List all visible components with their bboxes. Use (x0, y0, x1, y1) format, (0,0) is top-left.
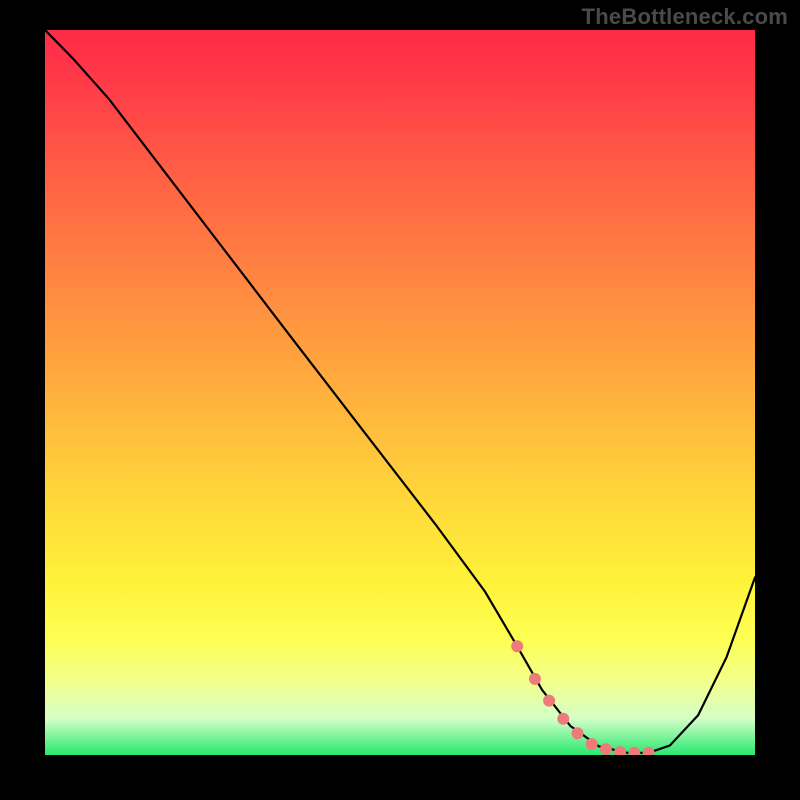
plot-area (45, 30, 755, 755)
marker-dot (572, 727, 584, 739)
marker-group (511, 640, 654, 755)
marker-dot (543, 695, 555, 707)
marker-dot (600, 743, 612, 755)
watermark-text: TheBottleneck.com (582, 4, 788, 30)
marker-dot (529, 673, 541, 685)
marker-dot (628, 747, 640, 755)
marker-dot (614, 746, 626, 755)
marker-dot (586, 738, 598, 750)
marker-dot (511, 640, 523, 652)
chart-container: TheBottleneck.com (0, 0, 800, 800)
marker-dot (643, 747, 655, 755)
curve-path (45, 30, 755, 753)
chart-svg (45, 30, 755, 755)
marker-dot (557, 713, 569, 725)
